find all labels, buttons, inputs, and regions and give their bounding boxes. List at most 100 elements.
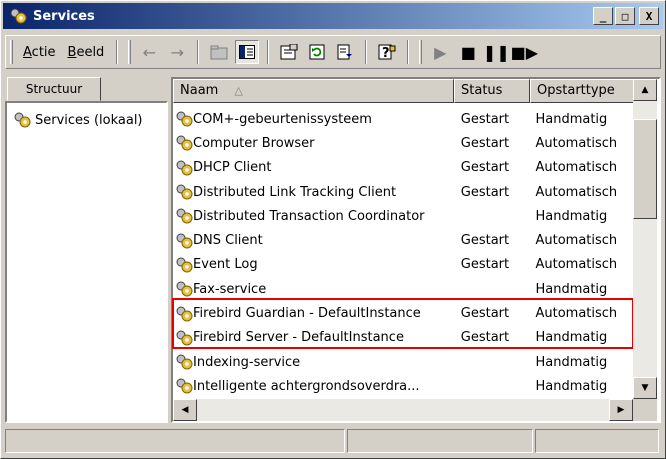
toolbar-separator	[197, 40, 200, 64]
tree-item-services-local[interactable]: Services (lokaal)	[11, 111, 143, 129]
service-gear-icon	[173, 134, 193, 152]
service-gear-icon	[173, 183, 193, 201]
svg-text:?: ?	[382, 46, 390, 60]
refresh-icon[interactable]	[305, 40, 329, 64]
help-icon[interactable]: ?	[375, 40, 399, 64]
toolbar-separator	[407, 40, 410, 64]
properties-icon[interactable]	[277, 40, 301, 64]
service-row[interactable]: Fax-service Handmatig	[173, 277, 639, 301]
service-name: COM+-gebeurtenissysteem	[193, 111, 372, 127]
vertical-scroll-thumb[interactable]	[633, 119, 657, 219]
services-gear-icon	[14, 112, 31, 128]
column-header-startup[interactable]: Opstarttype	[530, 79, 634, 103]
service-startup-type: Handmatig	[535, 208, 608, 224]
column-header-status[interactable]: Status	[454, 79, 530, 103]
service-startup-type: Handmatig	[535, 111, 608, 127]
service-row[interactable]: Event Log Gestart Automatisch	[173, 253, 639, 277]
pause-service-icon[interactable]: ❚❚	[483, 40, 510, 64]
status-panel-1	[5, 429, 345, 453]
title-bar[interactable]: Services _ □ X	[3, 3, 663, 29]
service-name: Firebird Guardian - DefaultInstance	[193, 306, 421, 322]
tree-pane: Services (lokaal)	[5, 101, 168, 423]
maximize-button[interactable]: □	[615, 7, 635, 25]
service-name-cell: Indexing-service	[173, 353, 455, 371]
toolbar-separator	[116, 40, 119, 64]
service-status: Gestart	[460, 257, 510, 273]
scroll-up-button[interactable]: ▲	[633, 79, 657, 101]
service-status: Gestart	[460, 330, 510, 346]
service-row[interactable]: Computer Browser Gestart Automatisch	[173, 131, 639, 155]
scroll-down-button[interactable]: ▼	[633, 377, 657, 399]
service-status: Gestart	[460, 135, 510, 151]
service-row[interactable]: Intelligente achtergrondsoverdra... Handm…	[173, 374, 639, 398]
window-title: Services	[33, 8, 95, 24]
column-header-name-label: Naam	[180, 83, 219, 98]
close-button[interactable]: X	[639, 7, 659, 25]
service-name: Intelligente achtergrondsoverdra...	[193, 378, 420, 394]
service-row[interactable]: DHCP Client Gestart Automatisch	[173, 156, 639, 180]
service-status: Gestart	[460, 233, 510, 249]
service-name: Computer Browser	[193, 135, 315, 151]
service-startup-type: Automatisch	[535, 135, 618, 151]
service-row[interactable]: Distributed Link Tracking Client Gestart A…	[173, 180, 639, 204]
export-list-icon[interactable]	[333, 40, 357, 64]
service-status: Gestart	[460, 306, 510, 322]
tab-structuur[interactable]: Structuur	[7, 77, 101, 101]
service-name-cell: Distributed Link Tracking Client	[173, 183, 455, 201]
toolbar-separator	[365, 40, 368, 64]
service-startup-type: Handmatig	[535, 378, 608, 394]
service-name-cell: DHCP Client	[173, 159, 455, 177]
toolbar-grip-3[interactable]	[419, 40, 423, 64]
service-name-cell: Intelligente achtergrondsoverdra...	[173, 377, 455, 395]
service-name: DNS Client	[193, 233, 263, 249]
service-row[interactable]: Firebird Guardian - DefaultInstance Gesta…	[173, 301, 639, 325]
service-gear-icon	[173, 280, 193, 298]
restart-service-icon[interactable]: ■▶	[511, 40, 538, 64]
toolbar-grip-2[interactable]	[128, 40, 132, 64]
service-name: Event Log	[193, 257, 258, 273]
service-row[interactable]: Firebird Server - DefaultInstance Gestart…	[173, 326, 639, 350]
stop-service-icon[interactable]: ■	[456, 40, 480, 64]
scroll-left-button[interactable]: ◀	[173, 399, 197, 421]
list-rows: COM+-gebeurtenissysteem Gestart Handmatig C…	[173, 107, 639, 399]
service-row[interactable]: Distributed Transaction Coordinator Handm…	[173, 204, 639, 228]
back-arrow-icon[interactable]: ←	[137, 40, 161, 64]
minimize-button[interactable]: _	[593, 7, 613, 25]
sort-ascending-icon: △	[234, 84, 243, 97]
service-name-cell: Firebird Guardian - DefaultInstance	[173, 305, 455, 323]
service-status: Gestart	[460, 160, 510, 176]
service-name-cell: Firebird Server - DefaultInstance	[173, 329, 455, 347]
service-startup-type: Automatisch	[535, 306, 618, 322]
left-tabbar: Structuur	[5, 77, 169, 101]
service-name-cell: Event Log	[173, 256, 455, 274]
menu-actie[interactable]: Actie	[17, 45, 62, 60]
up-folder-icon[interactable]	[207, 40, 231, 64]
forward-arrow-icon[interactable]: →	[165, 40, 189, 64]
service-status: Gestart	[460, 184, 510, 200]
column-header-name[interactable]: Naam △	[173, 79, 454, 103]
service-startup-type: Automatisch	[535, 160, 618, 176]
start-service-icon[interactable]: ▶	[428, 40, 452, 64]
service-name: Indexing-service	[193, 354, 301, 370]
vertical-scrollbar[interactable]: ▲ ▼	[633, 79, 657, 399]
menu-beeld[interactable]: Beeld	[62, 45, 111, 60]
service-name-cell: DNS Client	[173, 232, 455, 250]
service-startup-type: Automatisch	[535, 184, 618, 200]
service-gear-icon	[173, 305, 193, 323]
horizontal-scrollbar[interactable]: ◀ ▶	[173, 399, 633, 421]
service-row[interactable]: COM+-gebeurtenissysteem Gestart Handmatig	[173, 107, 639, 131]
show-hide-tree-icon[interactable]	[235, 40, 260, 64]
service-row[interactable]: DNS Client Gestart Automatisch	[173, 228, 639, 252]
service-gear-icon	[173, 110, 193, 128]
services-list: Naam △ Status Opstarttype COM+-gebeurteni…	[171, 77, 661, 423]
service-name: Fax-service	[193, 281, 267, 297]
service-gear-icon	[173, 329, 193, 347]
scroll-right-button[interactable]: ▶	[609, 399, 633, 421]
service-startup-type: Handmatig	[535, 354, 608, 370]
service-gear-icon	[173, 353, 193, 371]
toolbar-grip[interactable]	[10, 40, 13, 64]
services-window: Services _ □ X Actie Beeld ← → ? ▶ ■ ❚❚ …	[0, 0, 666, 459]
service-name-cell: COM+-gebeurtenissysteem	[173, 110, 455, 128]
service-row[interactable]: Indexing-service Handmatig	[173, 350, 639, 374]
service-name-cell: Computer Browser	[173, 134, 455, 152]
